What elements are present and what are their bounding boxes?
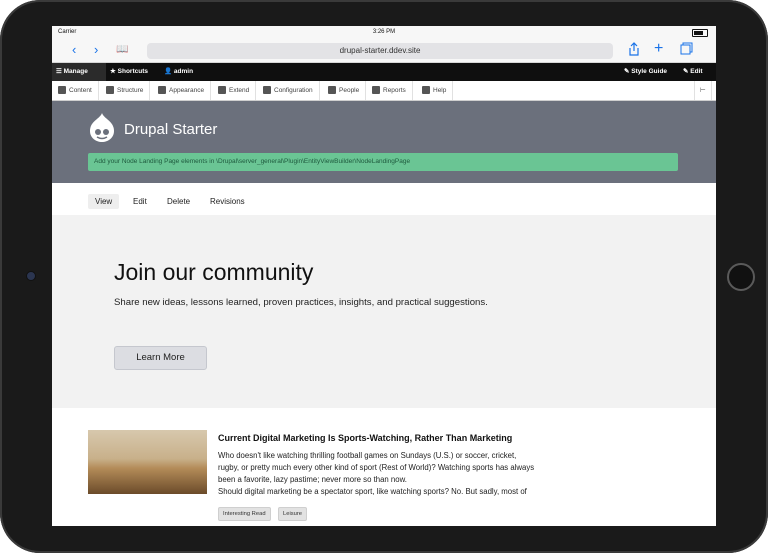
admin-tray: Content Structure Appearance Extend Conf… bbox=[52, 81, 716, 101]
user-icon: 👤 bbox=[164, 68, 174, 75]
tab-revisions[interactable]: Revisions bbox=[203, 194, 252, 209]
shortcuts-label: Shortcuts bbox=[117, 68, 148, 75]
tray-label: Help bbox=[433, 87, 447, 94]
tray-item-structure[interactable]: Structure bbox=[100, 81, 151, 100]
bookmarks-icon[interactable]: 📖 bbox=[116, 43, 128, 57]
tray-label: Configuration bbox=[274, 87, 313, 94]
site-header: Drupal Starter Add your Node Landing Pag… bbox=[52, 101, 716, 183]
wrench-icon bbox=[263, 86, 271, 95]
style-guide-button[interactable]: ✎ Style Guide bbox=[620, 63, 667, 81]
appearance-icon bbox=[158, 86, 166, 95]
drupal-toolbar: ☰ Manage ★ Shortcuts 👤 admin ✎ Style Gui… bbox=[52, 63, 716, 81]
user-button[interactable]: 👤 admin bbox=[160, 63, 193, 81]
article-line: rugby, or pretty much every other kind o… bbox=[218, 463, 535, 472]
article-line: Should digital marketing be a spectator … bbox=[218, 487, 527, 496]
article-title[interactable]: Current Digital Marketing Is Sports-Watc… bbox=[218, 433, 512, 443]
tab-edit[interactable]: Edit bbox=[126, 194, 154, 209]
tray-orientation-toggle[interactable]: ⊢ bbox=[694, 81, 712, 100]
extend-icon bbox=[218, 86, 226, 95]
manage-button[interactable]: ☰ Manage bbox=[52, 63, 106, 81]
menu-icon: ☰ bbox=[56, 68, 64, 75]
tray-label: People bbox=[339, 87, 360, 94]
local-tasks: View Edit Delete Revisions bbox=[52, 183, 716, 215]
battery-icon bbox=[692, 29, 708, 37]
structure-icon bbox=[106, 86, 114, 95]
tabs-icon[interactable] bbox=[680, 42, 693, 60]
article-line: Who doesn't like watching thrilling foot… bbox=[218, 451, 517, 460]
article-tags: Interesting Read Leisure bbox=[218, 502, 310, 521]
tag-leisure[interactable]: Leisure bbox=[278, 507, 308, 521]
share-icon[interactable] bbox=[629, 42, 639, 61]
tab-view[interactable]: View bbox=[88, 194, 120, 209]
forward-icon[interactable]: › bbox=[94, 43, 98, 57]
article-image[interactable] bbox=[88, 430, 207, 494]
article-summary: Who doesn't like watching thrilling foot… bbox=[218, 450, 558, 498]
edit-label: Edit bbox=[690, 68, 703, 75]
screen: Carrier 3:26 PM ‹ › 📖 drupal-starter.dde… bbox=[52, 26, 716, 526]
tray-label: Appearance bbox=[169, 87, 205, 94]
tray-item-configuration[interactable]: Configuration bbox=[257, 81, 320, 100]
manage-label: Manage bbox=[63, 68, 88, 75]
clock: 3:26 PM bbox=[372, 29, 396, 35]
ipad-frame: Carrier 3:26 PM ‹ › 📖 drupal-starter.dde… bbox=[0, 0, 768, 553]
tag-interesting-read[interactable]: Interesting Read bbox=[218, 507, 271, 521]
edit-button[interactable]: ✎ Edit bbox=[679, 63, 703, 81]
drupal-logo-icon bbox=[90, 113, 114, 142]
tray-item-help[interactable]: Help bbox=[416, 81, 454, 100]
tray-item-appearance[interactable]: Appearance bbox=[152, 81, 212, 100]
article-teaser: Current Digital Marketing Is Sports-Watc… bbox=[52, 408, 716, 526]
learn-more-button[interactable]: Learn More bbox=[114, 346, 207, 370]
browser-toolbar: ‹ › 📖 drupal-starter.ddev.site + bbox=[52, 39, 716, 63]
tray-item-people[interactable]: People bbox=[322, 81, 367, 100]
tray-item-extend[interactable]: Extend bbox=[212, 81, 257, 100]
shortcuts-button[interactable]: ★ Shortcuts bbox=[106, 63, 148, 81]
reports-icon bbox=[372, 86, 380, 95]
url-bar[interactable]: drupal-starter.ddev.site bbox=[147, 43, 613, 59]
people-icon bbox=[328, 86, 336, 95]
hero-title: Join our community bbox=[114, 259, 314, 285]
tray-item-reports[interactable]: Reports bbox=[366, 81, 413, 100]
tray-label: Content bbox=[69, 87, 92, 94]
style-guide-label: Style Guide bbox=[631, 68, 668, 75]
site-name[interactable]: Drupal Starter bbox=[124, 121, 217, 138]
back-icon[interactable]: ‹ bbox=[72, 43, 76, 57]
hero-subtitle: Share new ideas, lessons learned, proven… bbox=[114, 297, 488, 308]
tray-label: Extend bbox=[229, 87, 250, 94]
tab-delete[interactable]: Delete bbox=[160, 194, 197, 209]
status-message: Add your Node Landing Page elements in \… bbox=[88, 153, 678, 171]
tray-label: Reports bbox=[383, 87, 406, 94]
tray-label: Structure bbox=[117, 87, 144, 94]
home-button[interactable] bbox=[727, 263, 755, 291]
star-icon: ★ bbox=[110, 68, 118, 75]
camera bbox=[26, 271, 36, 281]
article-line: been a favorite, lazy pastime; never mor… bbox=[218, 475, 407, 484]
user-label: admin bbox=[173, 68, 194, 75]
tray-item-content[interactable]: Content bbox=[52, 81, 99, 100]
content-icon bbox=[58, 86, 66, 95]
hero-section: Join our community Share new ideas, less… bbox=[52, 215, 716, 408]
help-icon bbox=[422, 86, 430, 95]
ios-status-bar: Carrier 3:26 PM bbox=[52, 26, 716, 39]
new-tab-icon[interactable]: + bbox=[654, 41, 663, 57]
